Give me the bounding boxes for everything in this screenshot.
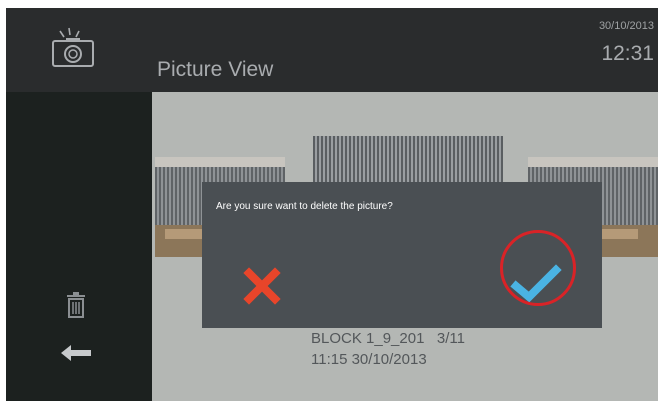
arrow-left-icon (61, 345, 91, 361)
dialog-message: Are you sure want to delete the picture? (216, 201, 393, 212)
checkmark-icon (510, 264, 562, 303)
date-display: 30/10/2013 (598, 20, 654, 32)
header-bar: Picture View 30/10/2013 12:31 (6, 8, 658, 92)
trash-icon (67, 292, 85, 318)
time-display: 12:31 (601, 42, 654, 65)
photo-caption: BLOCK 1_9_201 3/11 11:15 30/10/2013 (311, 328, 465, 370)
caption-filename: BLOCK 1_9_201 3/11 (311, 330, 465, 347)
x-icon (243, 267, 281, 305)
page-title: Picture View (157, 58, 274, 81)
back-button[interactable] (61, 345, 91, 361)
delete-button[interactable] (65, 292, 87, 318)
caption-timestamp: 11:15 30/10/2013 (311, 351, 427, 368)
camera-icon (52, 27, 94, 67)
delete-confirm-dialog: Are you sure want to delete the picture? (202, 182, 602, 328)
camera-button[interactable] (46, 26, 100, 72)
device-screen: Picture View 30/10/2013 12:31 BLOCK 1_9_… (6, 8, 658, 401)
cancel-button[interactable] (242, 266, 282, 306)
confirm-button[interactable] (504, 254, 566, 316)
sidebar (6, 92, 152, 401)
